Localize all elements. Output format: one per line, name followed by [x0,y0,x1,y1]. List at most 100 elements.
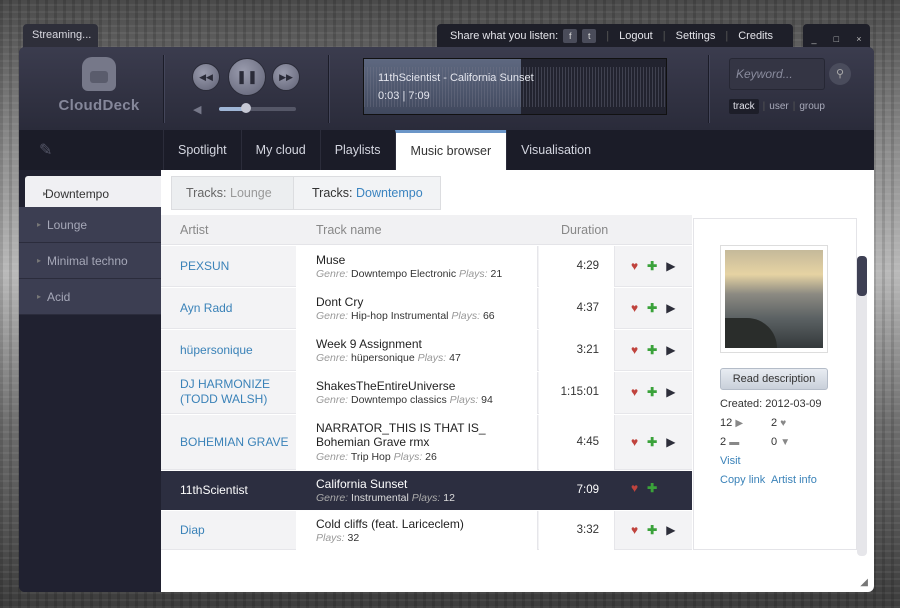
credits-link[interactable]: Credits [738,30,773,42]
track-name[interactable]: Dont Cry [316,295,496,309]
resize-grip-icon[interactable]: ◢ [860,577,868,588]
breadcrumb-lounge[interactable]: Tracks: Lounge [171,176,297,210]
next-button[interactable]: ▶▶ [272,63,300,91]
like-heart-icon[interactable]: ♥ [631,523,638,537]
plays-label: Plays: [449,394,479,406]
scrollbar[interactable] [857,256,867,556]
streaming-tab[interactable]: Streaming... [23,24,98,48]
comments-stat: 2 ▬ [720,436,739,448]
artist-name[interactable]: BOHEMIAN GRAVE [180,435,290,450]
plays-label: Plays: [417,351,447,364]
track-meta: Genre: Instrumental Plays: 12 [316,492,455,504]
artist-name[interactable]: PEXSUN [180,259,290,274]
logo: CloudDeck [39,57,159,121]
table-row[interactable]: Ayn Radd Dont Cry Genre: Hip-hop Instrumen… [161,288,692,329]
row-actions: ♥ ✚ ▶ [631,385,675,399]
table-row[interactable]: BOHEMIAN GRAVE NARRATOR_THIS IS THAT IS_ … [161,415,692,470]
maximize-icon[interactable]: □ [834,34,839,44]
like-heart-icon[interactable]: ♥ [631,481,638,495]
pause-button[interactable]: ❚❚ [228,58,266,96]
read-description-button[interactable]: Read description [720,368,828,390]
search-input[interactable]: Keyword... [729,58,825,90]
add-to-playlist-icon[interactable]: ✚ [647,523,657,537]
add-to-playlist-icon[interactable]: ✚ [647,343,657,357]
column-track-name[interactable]: Track name [316,223,382,237]
tab-music-browser[interactable]: Music browser [394,130,507,170]
artist-name[interactable]: DJ HARMONIZE (TODD WALSH) [180,377,290,407]
volume-knob[interactable] [240,103,251,113]
genre-item-lounge[interactable]: Lounge [19,207,161,243]
like-heart-icon[interactable]: ♥ [631,301,638,315]
table-row[interactable]: hüpersonique Week 9 Assignment Genre: hüpe… [161,330,692,371]
like-heart-icon[interactable]: ♥ [631,435,638,449]
search-type-user[interactable]: user [769,101,788,112]
like-heart-icon[interactable]: ♥ [631,385,638,399]
minimize-icon[interactable]: _ [812,34,817,44]
play-track-icon[interactable]: ▶ [666,523,675,537]
header: CloudDeck ◀◀ ❚❚ ▶▶ ◀ 11thScientist - Cal… [19,47,874,130]
waveform[interactable]: 11thScientist - California Sunset 0:03 |… [363,58,667,115]
scrollbar-thumb[interactable] [857,256,867,296]
table-row[interactable]: PEXSUN Muse Genre: Downtempo Electronic Pl… [161,246,692,287]
add-to-playlist-icon[interactable]: ✚ [647,259,657,273]
logout-link[interactable]: Logout [619,30,653,42]
track-meta: Genre: Trip Hop Plays: 26 [316,451,437,463]
add-to-playlist-icon[interactable]: ✚ [647,435,657,449]
edit-icon[interactable]: ✎ [39,140,52,160]
tab-playlists[interactable]: Playlists [319,130,395,170]
genre-label: Genre: [316,309,349,322]
plays-value: 26 [425,451,437,463]
play-track-icon[interactable]: ▶ [666,259,675,273]
volume-slider[interactable] [219,103,296,113]
play-track-icon[interactable]: ▶ [666,343,675,357]
track-name[interactable]: Muse [316,253,496,267]
tab-spotlight[interactable]: Spotlight [163,130,241,170]
twitter-icon[interactable]: t [582,29,597,43]
settings-link[interactable]: Settings [676,30,716,42]
track-name[interactable]: Week 9 Assignment [316,337,496,351]
artist-name[interactable]: 11thScientist [180,483,290,498]
artist-name[interactable]: Ayn Radd [180,301,290,316]
artist-name[interactable]: hüpersonique [180,343,290,358]
add-to-playlist-icon[interactable]: ✚ [647,301,657,315]
search-type-group[interactable]: group [799,101,825,112]
table-row[interactable]: DJ HARMONIZE (TODD WALSH) ShakesTheEntire… [161,372,692,414]
previous-button[interactable]: ◀◀ [192,63,220,91]
column-artist[interactable]: Artist [180,223,208,237]
add-to-playlist-icon[interactable]: ✚ [647,385,657,399]
add-to-playlist-icon[interactable]: ✚ [647,481,657,495]
genre-item-minimal-techno[interactable]: Minimal techno [19,243,161,279]
search-type-track[interactable]: track [729,99,759,114]
tab-my-cloud[interactable]: My cloud [240,130,320,170]
facebook-icon[interactable]: f [563,29,578,43]
table-row[interactable]: Diap Cold cliffs (feat. Lariceclem) Plays:… [161,511,692,550]
plays-value: 21 [490,267,503,280]
genre-item-acid[interactable]: Acid [19,279,161,315]
track-name[interactable]: California Sunset [316,477,496,491]
genre-label: Genre: [316,351,349,364]
play-track-icon[interactable]: ▶ [666,301,675,315]
search-type-selector: track | user | group [729,99,825,114]
tab-visualisation[interactable]: Visualisation [506,130,605,170]
copy-link[interactable]: Copy link [720,474,765,486]
close-icon[interactable]: × [856,34,861,44]
plays-label: Plays: [316,531,345,544]
track-name[interactable]: NARRATOR_THIS IS THAT IS_ Bohemian Grave… [316,421,496,449]
artist-info-link[interactable]: Artist info [771,474,817,486]
track-meta: Plays: 32 [316,532,359,544]
play-track-icon[interactable]: ▶ [666,385,675,399]
artwork-thumbnail[interactable] [720,245,828,353]
column-duration[interactable]: Duration [561,223,608,237]
like-heart-icon[interactable]: ♥ [631,259,638,273]
search-icon[interactable]: ⚲ [829,63,851,85]
table-row[interactable]: 11thScientist California Sunset Genre: Ins… [161,471,692,510]
genre-value: Downtempo classics [351,394,447,406]
play-track-icon[interactable]: ▶ [666,435,675,449]
track-name[interactable]: ShakesTheEntireUniverse [316,379,496,393]
breadcrumb-downtempo[interactable]: Tracks: Downtempo [293,176,441,210]
artist-name[interactable]: Diap [180,523,290,538]
track-name[interactable]: Cold cliffs (feat. Lariceclem) [316,517,496,531]
like-heart-icon[interactable]: ♥ [631,343,638,357]
track-duration: 3:21 [576,343,599,356]
visit-link[interactable]: Visit [720,455,741,467]
